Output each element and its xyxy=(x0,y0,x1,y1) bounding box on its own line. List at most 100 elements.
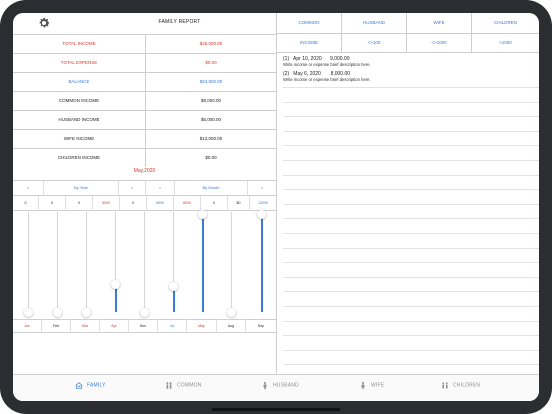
tab-children-header[interactable]: CHILDREN xyxy=(472,13,539,34)
entry-description: Write income or expense brief descriptio… xyxy=(283,77,371,82)
month-cell: Sep xyxy=(246,319,276,333)
period-value: 0 xyxy=(120,196,147,211)
summary-value: $8,000.00 xyxy=(200,98,222,103)
month-slider[interactable] xyxy=(160,212,188,317)
ruled-line xyxy=(283,335,539,337)
slider-knob[interactable] xyxy=(257,209,266,219)
summary-value: $12,000.00 xyxy=(199,136,223,141)
month-slider[interactable] xyxy=(44,212,72,317)
prev-year-button[interactable]: < xyxy=(13,181,44,196)
ruled-line xyxy=(283,262,539,264)
month-slider[interactable] xyxy=(73,212,101,317)
next-year-button[interactable]: > xyxy=(119,181,146,196)
ruled-line xyxy=(283,160,539,161)
slider-fill xyxy=(261,214,263,312)
month-slider[interactable] xyxy=(131,212,159,317)
month-slider[interactable] xyxy=(189,209,217,317)
period-value: 12000 xyxy=(250,196,276,211)
period-value: 0 xyxy=(66,196,93,211)
summary-label: COMMON INCOME xyxy=(13,92,146,110)
tab-husband[interactable]: HUSBAND xyxy=(261,381,299,393)
ruled-line xyxy=(283,306,539,307)
summary-row-common-income: COMMON INCOME $8,000.00 xyxy=(13,92,276,111)
slider-track xyxy=(231,212,232,312)
ruled-line xyxy=(283,130,539,132)
slider-fill xyxy=(202,214,204,312)
summary-value: $5,000.00 xyxy=(200,117,222,122)
ipad-frame: FAMILY REPORT TOTAL INCOME $25,000.00 TO… xyxy=(0,0,552,414)
period-value: 0 xyxy=(13,196,39,211)
entry-item[interactable]: (1) Apr 10, 2020 9,000.00 Write income o… xyxy=(283,56,371,68)
husband-icon xyxy=(263,381,267,390)
family-icon xyxy=(75,382,83,390)
period-value: 0 xyxy=(39,196,66,211)
tab-label: COMMON xyxy=(177,382,202,389)
next-month-button[interactable]: > xyxy=(248,181,276,196)
month-cell: Nov xyxy=(129,319,158,333)
report-panel: FAMILY REPORT TOTAL INCOME $25,000.00 TO… xyxy=(13,13,277,374)
filter-under-100[interactable]: <>100 xyxy=(342,34,407,53)
tab-label: CHILDREN xyxy=(453,382,481,389)
tab-wife[interactable]: WIFE xyxy=(359,381,384,393)
slider-track xyxy=(144,212,145,312)
filter-income[interactable]: INCOME xyxy=(277,34,342,53)
ruled-line xyxy=(283,247,539,249)
slider-knob[interactable] xyxy=(227,307,236,317)
month-slider[interactable] xyxy=(15,212,43,317)
period-value: $0 xyxy=(228,196,250,211)
summary-value: $24,900.00 xyxy=(199,79,223,84)
tab-wife-header[interactable]: WIFE xyxy=(407,13,472,34)
ruled-line xyxy=(283,276,539,278)
month-cell: May xyxy=(187,319,217,333)
slider-knob[interactable] xyxy=(140,307,149,317)
slider-knob[interactable] xyxy=(169,281,178,291)
tab-common-header[interactable]: COMMON xyxy=(277,13,342,34)
by-month-button[interactable]: By Month xyxy=(175,181,248,196)
tab-common[interactable]: COMMON xyxy=(165,381,202,393)
ruled-line xyxy=(283,145,539,147)
prev-month-button[interactable]: < xyxy=(146,181,175,196)
by-year-button[interactable]: By Year xyxy=(44,181,119,196)
month-slider[interactable] xyxy=(218,212,246,317)
month-slider[interactable] xyxy=(102,212,130,317)
slider-knob[interactable] xyxy=(82,307,91,317)
children-icon xyxy=(442,382,448,389)
slider-knob[interactable] xyxy=(198,209,207,219)
filter-over-1000[interactable]: >1000 xyxy=(472,34,539,53)
filter-under-1000[interactable]: <>1000 xyxy=(407,34,472,53)
period-value: 8000 xyxy=(174,196,201,211)
month-title: May,2020 xyxy=(13,163,276,181)
summary-value: $0.00 xyxy=(205,60,217,65)
month-cell: Feb xyxy=(42,319,71,333)
summary-value: $25,000.00 xyxy=(199,41,223,46)
month-cell: Apr xyxy=(100,319,129,333)
gear-icon[interactable] xyxy=(37,16,51,30)
entry-item[interactable]: (2) May 6, 2020 8,000.00 Write income or… xyxy=(283,71,371,83)
app-screen: FAMILY REPORT TOTAL INCOME $25,000.00 TO… xyxy=(13,13,539,401)
slider-track xyxy=(86,212,87,312)
summary-label: BALANCE xyxy=(13,73,146,91)
period-value: 5500 xyxy=(147,196,174,211)
summary-label: WIFE INCOME xyxy=(13,130,146,148)
month-cell: Mar xyxy=(71,319,100,333)
summary-label: TOTAL EXPENSE xyxy=(13,54,146,72)
wife-icon xyxy=(361,381,365,390)
tab-family[interactable]: FAMILY xyxy=(75,381,106,393)
report-header: FAMILY REPORT xyxy=(13,13,276,35)
common-icon xyxy=(166,382,172,389)
slider-knob[interactable] xyxy=(111,279,120,289)
summary-row-wife-income: WIFE INCOME $12,000.00 xyxy=(13,130,276,149)
month-cell: Jan xyxy=(13,319,42,333)
summary-row-total-income: TOTAL INCOME $25,000.00 xyxy=(13,35,276,54)
month-cell: Jul xyxy=(158,319,187,333)
slider-track xyxy=(28,212,29,312)
ruled-line xyxy=(283,203,539,205)
slider-knob[interactable] xyxy=(53,307,62,317)
home-indicator xyxy=(212,408,340,411)
tab-husband-header[interactable]: HUSBAND xyxy=(342,13,407,34)
tab-children[interactable]: CHILDREN xyxy=(441,381,480,393)
month-slider[interactable] xyxy=(248,209,276,317)
summary-row-husband-income: HUSBAND INCOME $5,000.00 xyxy=(13,111,276,130)
ruled-line xyxy=(283,233,539,234)
slider-knob[interactable] xyxy=(24,307,33,317)
